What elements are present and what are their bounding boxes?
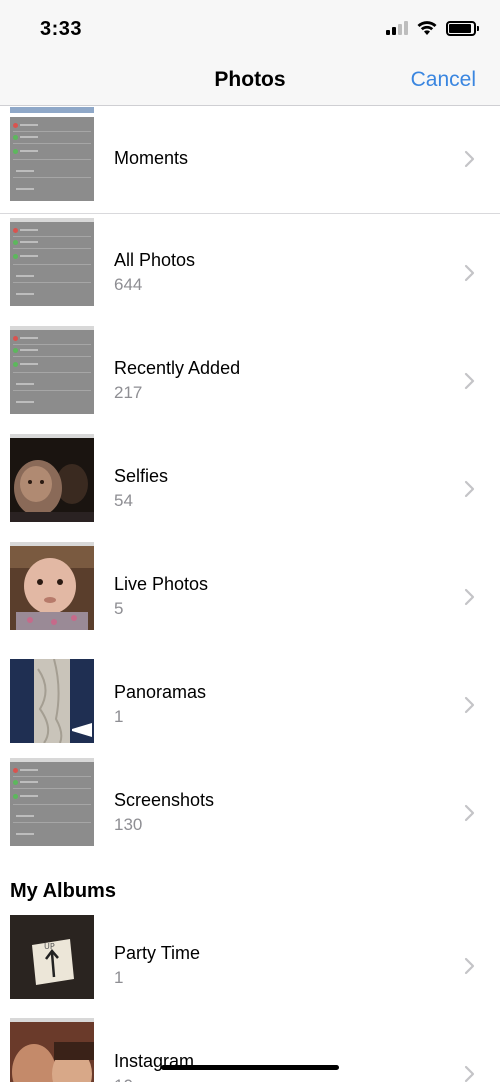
album-title: Recently Added [114, 358, 241, 378]
album-row-live-photos[interactable]: Live Photos 5 [0, 539, 500, 647]
album-count: 217 [114, 383, 143, 402]
album-row-party-time[interactable]: UP Party Time 1 [0, 907, 500, 1015]
album-row-moments[interactable]: Moments [0, 107, 500, 215]
album-title: Selfies [114, 466, 169, 486]
section-header-my-albums: My Albums [10, 880, 116, 902]
album-thumbnail [10, 659, 94, 743]
album-thumbnail [10, 546, 94, 630]
home-indicator[interactable] [161, 1065, 339, 1070]
chevron-right-icon [464, 804, 475, 822]
cancel-button[interactable]: Cancel [411, 68, 476, 92]
chevron-right-icon [464, 264, 475, 282]
chevron-right-icon [464, 1065, 475, 1082]
album-title: Party Time [114, 943, 201, 963]
album-title: Screenshots [114, 790, 215, 810]
album-count: 1 [114, 707, 124, 726]
album-thumbnail: UP [10, 915, 94, 999]
album-thumbnail [10, 222, 94, 306]
album-title: Moments [114, 148, 189, 168]
chevron-right-icon [464, 150, 475, 168]
chevron-right-icon [464, 480, 475, 498]
signal-icon [386, 21, 408, 35]
status-bar: 3:33 [0, 0, 500, 58]
album-thumbnail [10, 438, 94, 522]
battery-icon [446, 20, 479, 36]
album-row-panoramas[interactable]: Panoramas 1 [0, 647, 500, 755]
status-time: 3:33 [40, 18, 83, 40]
album-title: All Photos [114, 250, 196, 270]
album-count: 644 [114, 275, 143, 294]
album-thumbnail [10, 1022, 94, 1082]
album-title: Panoramas [114, 682, 207, 702]
album-thumbnail [10, 117, 94, 201]
album-count: 5 [114, 599, 124, 618]
chevron-right-icon [464, 696, 475, 714]
chevron-right-icon [464, 372, 475, 390]
svg-text:UP: UP [44, 942, 55, 951]
wifi-icon [417, 21, 437, 35]
album-thumbnail [10, 762, 94, 846]
album-count: 1 [114, 968, 124, 987]
navigation-bar: Photos Cancel [0, 58, 500, 106]
divider [0, 213, 500, 214]
album-row-selfies[interactable]: Selfies 54 [0, 431, 500, 539]
chevron-right-icon [464, 588, 475, 606]
album-count: 130 [114, 815, 143, 834]
album-thumbnail [10, 330, 94, 414]
chevron-right-icon [464, 957, 475, 975]
album-count: 54 [114, 491, 133, 510]
album-row-recently-added[interactable]: Recently Added 217 [0, 323, 500, 431]
album-row-all-photos[interactable]: All Photos 644 [0, 215, 500, 323]
album-row-instagram[interactable]: Instagram 10 [0, 1015, 500, 1082]
album-title: Live Photos [114, 574, 209, 594]
status-icons [386, 20, 479, 36]
album-row-screenshots[interactable]: Screenshots 130 [0, 755, 500, 863]
album-count: 10 [114, 1076, 133, 1082]
